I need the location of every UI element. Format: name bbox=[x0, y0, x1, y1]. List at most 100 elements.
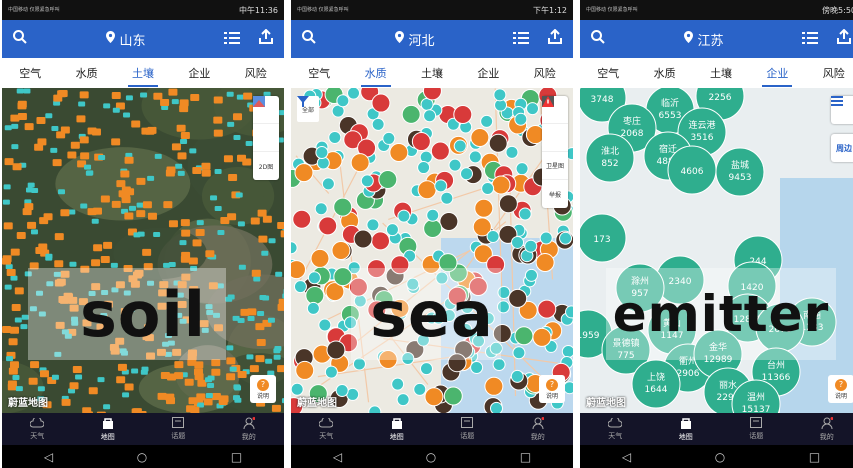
locate-button[interactable] bbox=[253, 97, 279, 152]
back-icon[interactable]: ◁ bbox=[333, 450, 342, 464]
search-icon[interactable] bbox=[301, 29, 317, 49]
help-button[interactable]: ? 说明 bbox=[250, 375, 276, 403]
location-selector[interactable]: 江苏 bbox=[684, 30, 724, 49]
soil-marker-secondary bbox=[153, 231, 161, 237]
system-nav: ◁ ○ □ bbox=[580, 445, 853, 468]
water-quality-marker bbox=[382, 131, 396, 145]
nav-weather[interactable]: 天气 bbox=[607, 416, 623, 441]
back-icon[interactable]: ◁ bbox=[44, 450, 53, 464]
soil-marker bbox=[277, 222, 284, 230]
soil-marker bbox=[38, 243, 48, 251]
soil-marker bbox=[213, 116, 223, 124]
list-icon[interactable] bbox=[801, 30, 818, 49]
satellite-button[interactable]: 卫星图 bbox=[542, 96, 568, 180]
soil-marker-secondary bbox=[196, 220, 204, 226]
list-icon[interactable] bbox=[512, 30, 529, 49]
soil-marker bbox=[197, 379, 207, 387]
soil-marker-secondary bbox=[125, 95, 133, 101]
recents-icon[interactable]: □ bbox=[520, 450, 531, 464]
home-icon[interactable]: ○ bbox=[426, 450, 436, 464]
soil-marker bbox=[201, 162, 211, 170]
nav-me[interactable]: 我的 bbox=[819, 416, 834, 442]
tab-soil[interactable]: 土壤 bbox=[417, 59, 447, 87]
map-icon bbox=[680, 417, 692, 431]
filter-button[interactable]: 全部 bbox=[297, 96, 319, 122]
phone-screen-soil: 中国移动 仅限紧急呼叫 中午11:36 山东 空气 水质 土壤 企业 风险 2D… bbox=[2, 0, 284, 468]
nav-map[interactable]: 地图 bbox=[679, 417, 693, 442]
share-icon[interactable] bbox=[258, 28, 274, 49]
soil-marker-secondary bbox=[11, 144, 19, 150]
tab-enterprise[interactable]: 企业 bbox=[762, 59, 793, 87]
list-icon[interactable] bbox=[223, 30, 240, 49]
map-view[interactable]: 全部 卫星图 举报 sea 蔚蓝地图 ? 说明 bbox=[291, 88, 573, 413]
location-selector[interactable]: 河北 bbox=[395, 30, 435, 49]
soil-marker-secondary bbox=[80, 203, 88, 209]
nav-weather[interactable]: 天气 bbox=[318, 416, 334, 441]
nav-me[interactable]: 我的 bbox=[531, 416, 545, 442]
soil-marker bbox=[211, 359, 221, 367]
soil-marker bbox=[163, 201, 173, 209]
water-quality-marker bbox=[368, 405, 382, 413]
soil-marker-secondary bbox=[4, 125, 12, 131]
soil-marker bbox=[4, 158, 14, 166]
water-quality-marker bbox=[470, 361, 484, 375]
nav-map[interactable]: 地图 bbox=[101, 417, 115, 442]
carrier-text: 中国移动 仅限紧急呼叫 bbox=[586, 7, 638, 13]
soil-marker-secondary bbox=[85, 170, 93, 176]
recents-icon[interactable]: □ bbox=[231, 450, 242, 464]
help-button[interactable]: ? 说明 bbox=[828, 375, 853, 403]
tab-risk[interactable]: 风险 bbox=[530, 59, 560, 87]
tab-soil[interactable]: 土壤 bbox=[706, 59, 736, 87]
nav-topic[interactable]: 话题 bbox=[749, 417, 763, 441]
cluster-count: 4606 bbox=[681, 167, 704, 177]
nav-me-label: 我的 bbox=[241, 432, 256, 441]
map-view[interactable]: 3748 临沂 6553 2256 枣庄 2068 连云港 3516 淮北 852 宿迁 4884 盐城… bbox=[580, 88, 853, 413]
layers-button[interactable] bbox=[831, 96, 853, 124]
nav-topic[interactable]: 话题 bbox=[171, 417, 185, 441]
cluster-name: 盐城 bbox=[731, 159, 749, 171]
map-2d-button[interactable]: 2D图 bbox=[253, 96, 279, 180]
tab-air[interactable]: 空气 bbox=[304, 59, 334, 87]
nav-me[interactable]: 我的 bbox=[241, 416, 256, 442]
tab-enterprise[interactable]: 企业 bbox=[473, 59, 503, 87]
help-button[interactable]: ? 说明 bbox=[539, 375, 565, 403]
share-icon[interactable] bbox=[547, 28, 563, 49]
map-view[interactable]: 2D图 soil 蔚蓝地图 ? 说明 bbox=[2, 88, 284, 413]
tab-air[interactable]: 空气 bbox=[15, 59, 45, 87]
nav-topic-label: 话题 bbox=[749, 432, 764, 440]
tab-risk[interactable]: 风险 bbox=[241, 59, 271, 87]
soil-marker bbox=[226, 373, 236, 381]
nav-weather-label: 天气 bbox=[608, 431, 623, 440]
tab-water[interactable]: 水质 bbox=[650, 59, 680, 87]
search-icon[interactable] bbox=[590, 29, 606, 49]
status-bar: 中国移动 仅限紧急呼叫 中午11:36 bbox=[2, 0, 284, 20]
nearby-button[interactable]: 周边 bbox=[831, 134, 853, 162]
soil-marker bbox=[142, 201, 152, 209]
water-quality-marker bbox=[488, 133, 508, 153]
soil-marker bbox=[188, 257, 198, 265]
recents-icon[interactable]: □ bbox=[809, 450, 820, 464]
back-icon[interactable]: ◁ bbox=[622, 450, 631, 464]
home-icon[interactable]: ○ bbox=[137, 450, 147, 464]
share-icon[interactable] bbox=[836, 28, 852, 49]
tab-water[interactable]: 水质 bbox=[360, 59, 391, 87]
soil-marker-secondary bbox=[3, 184, 11, 190]
report-button[interactable]: 举报 bbox=[542, 96, 568, 208]
nav-topic[interactable]: 话题 bbox=[460, 417, 474, 441]
tab-air[interactable]: 空气 bbox=[593, 59, 623, 87]
locate-button[interactable] bbox=[542, 97, 568, 152]
tab-enterprise[interactable]: 企业 bbox=[184, 59, 214, 87]
soil-marker bbox=[213, 96, 223, 104]
water-quality-marker bbox=[401, 104, 421, 124]
search-icon[interactable] bbox=[12, 29, 28, 49]
nav-me-label: 我的 bbox=[819, 432, 834, 441]
nav-map-label: 地图 bbox=[678, 432, 693, 441]
nav-weather[interactable]: 天气 bbox=[29, 416, 45, 441]
tab-risk[interactable]: 风险 bbox=[819, 59, 849, 87]
home-icon[interactable]: ○ bbox=[715, 450, 725, 464]
tab-soil[interactable]: 土壤 bbox=[127, 59, 158, 87]
nav-map[interactable]: 地图 bbox=[390, 417, 404, 442]
soil-marker bbox=[39, 370, 49, 378]
tab-water[interactable]: 水质 bbox=[72, 59, 102, 87]
location-selector[interactable]: 山东 bbox=[106, 30, 146, 49]
